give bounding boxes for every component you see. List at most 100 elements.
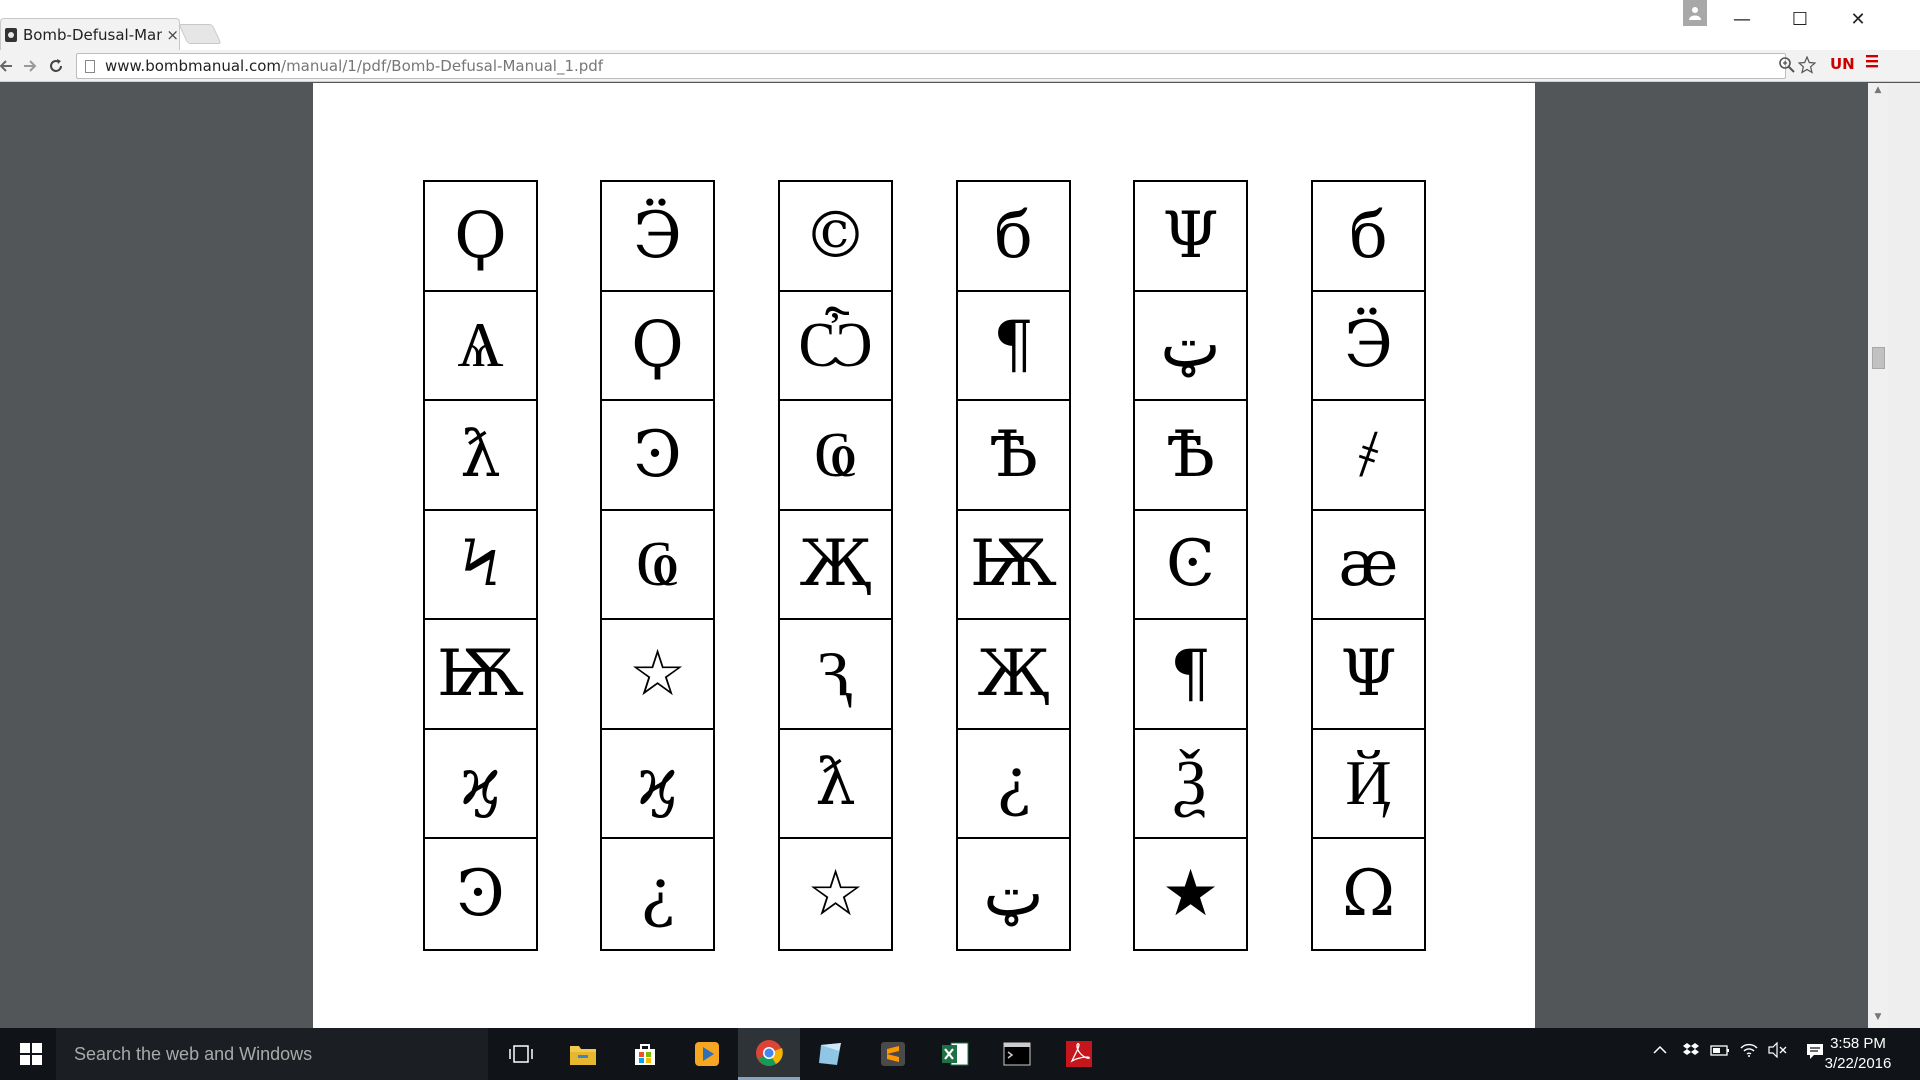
symbol-column-6: б Ӭ ҂ æ Ψ Ҋ Ω: [1311, 180, 1426, 951]
symbol-cell: Ҋ: [1313, 730, 1424, 839]
symbol-cell: Ψ: [1313, 620, 1424, 730]
clock-date: 3/22/2016: [1824, 1055, 1892, 1072]
symbol-cell: Ѭ: [958, 511, 1069, 620]
zoom-icon[interactable]: [1778, 56, 1796, 74]
browser-titlebar: Bomb-Defusal-Manu × — ☐ ✕: [0, 0, 1920, 50]
vertical-scrollbar[interactable]: ▲ ▼: [1868, 83, 1888, 1028]
close-window-button[interactable]: ✕: [1835, 4, 1881, 34]
symbol-cell: б: [1313, 182, 1424, 292]
symbol-cell: ☆: [806, 856, 865, 931]
symbol-cell: ★: [1161, 856, 1220, 931]
forward-arrow-icon: [24, 60, 37, 72]
url-host: www.bombmanual.com: [105, 57, 282, 75]
symbol-cell: ϗ: [425, 730, 536, 839]
symbol-cell: ¶: [1135, 620, 1246, 730]
media-player-icon[interactable]: [676, 1028, 738, 1080]
dropbox-icon[interactable]: [1682, 1042, 1700, 1062]
extension-un-icon[interactable]: UN: [1830, 55, 1855, 73]
show-hidden-icons-icon[interactable]: [1652, 1042, 1668, 1062]
chrome-icon[interactable]: [738, 1028, 800, 1080]
address-url: www.bombmanual.com/manual/1/pdf/Bomb-Def…: [105, 57, 603, 75]
symbol-column-2: Ӭ Ϙ Ͽ Ҩ ☆ ϗ ¿: [600, 180, 715, 951]
sublime-text-icon[interactable]: [862, 1028, 924, 1080]
symbol-cell: Ϙ: [602, 292, 713, 401]
url-path: /manual/1/pdf/Bomb-Defusal-Manual_1.pdf: [281, 57, 604, 75]
reload-button[interactable]: [44, 54, 68, 78]
new-tab-button[interactable]: [178, 24, 222, 44]
symbol-cell: Ӭ: [602, 182, 713, 292]
page-icon: [85, 59, 95, 73]
symbol-cell: Ͼ: [1135, 511, 1246, 620]
profile-avatar-icon[interactable]: [1683, 0, 1707, 26]
browser-toolbar: www.bombmanual.com/manual/1/pdf/Bomb-Def…: [0, 50, 1920, 82]
pdf-page: Ϙ Ѧƛ Ϟ Ѭϗ Ͽ Ӭ Ϙ Ͽ Ҩ ☆ ϗ ¿ © Ѽ Ҩ Җ Ԇƛ ☆ б ¶ Ѣ Ѭ Җ ¿ ټ Ψ ټ Ѣ Ͼ ¶ Ѯ ★ б Ӭ ҂ æ Ψ…: [313, 83, 1535, 1028]
symbol-cell: Җ: [780, 511, 891, 620]
search-placeholder: Search the web and Windows: [74, 1043, 313, 1064]
taskbar-search-box[interactable]: Search the web and Windows: [56, 1028, 488, 1080]
symbol-cell: Ψ: [1135, 182, 1246, 292]
page-favicon-icon: [5, 27, 17, 42]
store-icon[interactable]: [614, 1028, 676, 1080]
chrome-menu-icon[interactable]: [1864, 53, 1880, 74]
symbol-cell: ¿: [958, 730, 1069, 839]
symbol-cell: Ԇ: [780, 620, 891, 730]
symbol-cell: ©: [780, 182, 891, 292]
symbol-cell: ¿: [640, 856, 675, 931]
symbol-column-1: ϘѦƛϞѬϗϿ: [423, 180, 538, 951]
symbol-column-3: © Ѽ Ҩ Җ Ԇƛ ☆: [778, 180, 893, 951]
tab-close-icon[interactable]: ×: [166, 26, 179, 44]
symbol-cell: ϗ: [602, 730, 713, 839]
symbol-column-4: б ¶ Ѣ Ѭ Җ ¿ ټ: [956, 180, 1071, 951]
back-arrow-icon: [0, 60, 12, 72]
symbol-column-5: Ψ ټ Ѣ Ͼ ¶ Ѯ ★: [1133, 180, 1248, 951]
symbol-cell: б: [958, 182, 1069, 292]
windows-taskbar: Search the web and Windows 3:58 PM 3/22/…: [0, 1028, 1920, 1080]
symbol-cell: ƛ: [780, 730, 891, 839]
desktop-background: [1888, 83, 1920, 1028]
reload-icon: [50, 59, 62, 72]
command-prompt-icon[interactable]: [986, 1028, 1048, 1080]
symbol-cell: ټ: [983, 856, 1044, 931]
excel-icon[interactable]: [924, 1028, 986, 1080]
minimize-button[interactable]: —: [1719, 4, 1765, 34]
symbol-cell: Ҩ: [780, 401, 891, 511]
scroll-down-arrow-icon[interactable]: ▼: [1868, 1012, 1888, 1026]
app-icon[interactable]: [800, 1028, 862, 1080]
tab-bomb-defusal-manual[interactable]: Bomb-Defusal-Manu ×: [0, 18, 180, 50]
back-button[interactable]: [0, 54, 18, 78]
symbol-cell: Ω: [1341, 856, 1396, 931]
windows-logo-icon: [20, 1043, 42, 1065]
bookmark-star-icon[interactable]: [1798, 56, 1816, 74]
pdf-viewer[interactable]: Ϙ Ѧƛ Ϟ Ѭϗ Ͽ Ӭ Ϙ Ͽ Ҩ ☆ ϗ ¿ © Ѽ Ҩ Җ Ԇƛ ☆ б ¶ Ѣ Ѭ Җ ¿ ټ Ψ ټ Ѣ Ͼ ¶ Ѯ ★ б Ӭ ҂ æ Ψ…: [0, 83, 1868, 1028]
forward-button[interactable]: [18, 54, 42, 78]
symbol-cell: ¶: [958, 292, 1069, 401]
symbol-cell: Ѭ: [425, 620, 536, 730]
symbol-cell: Ѣ: [1135, 401, 1246, 511]
volume-muted-icon[interactable]: [1768, 1041, 1788, 1062]
battery-icon[interactable]: [1710, 1042, 1730, 1062]
start-button[interactable]: [8, 1028, 54, 1080]
clock-time: 3:58 PM: [1830, 1035, 1886, 1052]
symbol-cell: Җ: [958, 620, 1069, 730]
symbol-cell: ☆: [602, 620, 713, 730]
symbol-cell: ټ: [1135, 292, 1246, 401]
maximize-button[interactable]: ☐: [1777, 4, 1823, 34]
file-explorer-icon[interactable]: [552, 1028, 614, 1080]
symbol-cell: Ҩ: [602, 511, 713, 620]
symbol-cell: Ӭ: [1313, 292, 1424, 401]
scroll-up-arrow-icon[interactable]: ▲: [1868, 85, 1888, 99]
symbol-cell: ҂: [1313, 401, 1424, 511]
symbol-cell: Ͽ: [602, 401, 713, 511]
symbol-cell: Ѯ: [1135, 730, 1246, 839]
address-bar[interactable]: www.bombmanual.com/manual/1/pdf/Bomb-Def…: [76, 53, 1786, 79]
scroll-thumb[interactable]: [1872, 347, 1885, 369]
task-view-icon[interactable]: [490, 1028, 552, 1080]
symbol-cell: Ѧ: [425, 292, 536, 401]
acrobat-icon[interactable]: [1048, 1028, 1110, 1080]
wifi-icon[interactable]: [1740, 1042, 1758, 1062]
symbol-cell: Ϙ: [425, 182, 536, 292]
symbol-cell: Ϟ: [425, 511, 536, 620]
symbol-cell: Ѽ: [780, 292, 891, 401]
symbol-cell: æ: [1313, 511, 1424, 620]
system-clock[interactable]: 3:58 PM 3/22/2016: [1820, 1034, 1896, 1074]
